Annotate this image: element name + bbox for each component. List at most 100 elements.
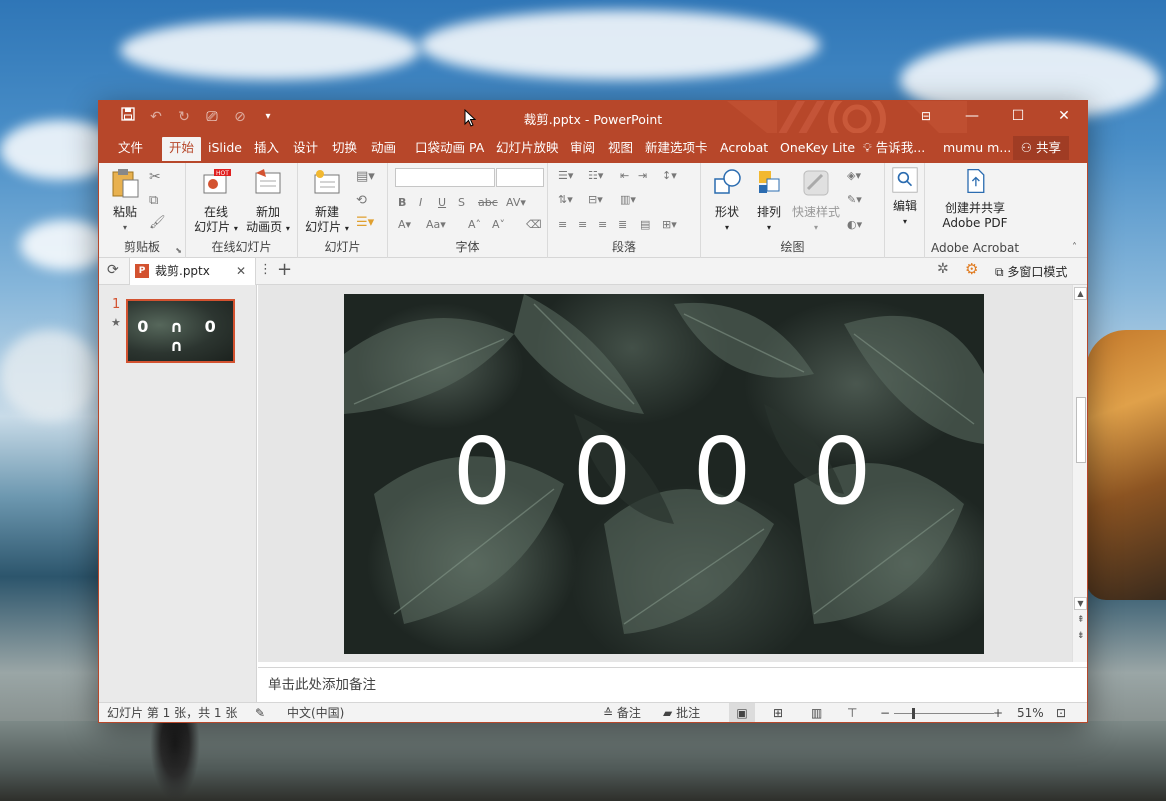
tab-animations[interactable]: 动画 xyxy=(364,137,403,161)
editing-button[interactable]: 编辑 ▾ xyxy=(889,167,921,229)
copy-icon[interactable]: ⧉ xyxy=(149,193,158,208)
arrange-button[interactable]: 排列 ▾ xyxy=(751,167,787,235)
share-button[interactable]: ⚇ 共享 xyxy=(1012,136,1069,160)
tab-pocket-animation[interactable]: 口袋动画 PA xyxy=(408,137,491,161)
new-animation-page-button[interactable]: 新加 动画页 ▾ xyxy=(242,167,294,236)
fit-to-window-icon[interactable]: ⊡ xyxy=(1056,703,1066,722)
increase-indent-icon[interactable]: ⇥ xyxy=(638,169,647,182)
spell-check-icon[interactable]: ✎ xyxy=(255,703,265,722)
language-status[interactable]: 中文(中国) xyxy=(287,703,344,722)
zoom-slider-track[interactable] xyxy=(894,713,994,714)
shape-outline-icon[interactable]: ✎▾ xyxy=(847,193,862,206)
layout-icon[interactable]: ▤▾ xyxy=(356,169,375,184)
notes-pane[interactable]: 单击此处添加备注 xyxy=(258,667,1087,702)
minimize-icon[interactable]: — xyxy=(949,101,995,133)
online-slides-button[interactable]: HOT 在线 幻灯片 ▾ xyxy=(192,167,240,236)
slide-sorter-icon[interactable]: ⊞ xyxy=(773,703,783,722)
normal-view-icon[interactable]: ▣ xyxy=(729,703,755,722)
format-painter-icon[interactable]: 🖌︎ xyxy=(149,215,166,230)
shapes-button[interactable]: 形状 ▾ xyxy=(707,167,747,235)
tab-file[interactable]: 文件 xyxy=(111,137,150,161)
paste-button[interactable]: 粘贴 ▾ xyxy=(107,167,143,235)
tab-user-account[interactable]: mumu m... xyxy=(936,137,1018,161)
document-tab[interactable]: P 裁剪.pptx ✕ xyxy=(129,258,256,285)
tab-acrobat[interactable]: Acrobat xyxy=(713,137,775,161)
change-case-icon[interactable]: Aa▾ xyxy=(426,218,446,231)
digit-2[interactable]: 0 xyxy=(572,422,632,522)
tab-design[interactable]: 设计 xyxy=(286,137,325,161)
zoom-slider-thumb[interactable] xyxy=(912,708,915,719)
quick-styles-button[interactable]: 快速样式 ▾ xyxy=(789,167,843,235)
tell-me[interactable]: 💡︎ 告诉我... xyxy=(856,137,932,161)
align-left-icon[interactable]: ≡ xyxy=(558,218,567,231)
line-spacing-icon[interactable]: ↕▾ xyxy=(662,169,677,182)
font-name-dropdown[interactable] xyxy=(395,168,495,187)
pin-icon[interactable]: ✲ xyxy=(937,261,949,277)
slide-canvas[interactable]: 0 0 0 0 xyxy=(344,294,984,654)
close-icon[interactable]: ✕ xyxy=(1041,101,1087,133)
strikethrough-icon[interactable]: abc xyxy=(478,196,498,209)
digit-4[interactable]: 0 xyxy=(812,422,872,522)
previous-slide-icon[interactable]: ⇞ xyxy=(1077,615,1085,625)
scrollbar-thumb[interactable] xyxy=(1076,397,1086,463)
tab-view[interactable]: 视图 xyxy=(601,137,640,161)
tab-new[interactable]: 新建选项卡 xyxy=(638,137,715,161)
decrease-indent-icon[interactable]: ⇤ xyxy=(620,169,629,182)
distribute-icon[interactable]: ▤ xyxy=(640,218,650,231)
new-slide-button[interactable]: 新建 幻灯片 ▾ xyxy=(302,167,352,236)
create-share-pdf-button[interactable]: 创建并共享 Adobe PDF xyxy=(929,167,1021,231)
slide-thumbnail-1[interactable]: 0 ∩ 0 ∩ xyxy=(126,299,235,363)
vertical-scrollbar[interactable]: ▲ ▼ ⇞ ⇟ xyxy=(1072,285,1087,662)
history-icon[interactable]: ⟳ xyxy=(107,262,119,278)
digit-3[interactable]: 0 xyxy=(692,422,752,522)
align-center-icon[interactable]: ≡ xyxy=(578,218,587,231)
text-direction-icon[interactable]: ⇅▾ xyxy=(558,193,573,206)
underline-icon[interactable]: U xyxy=(438,196,446,209)
tab-slideshow[interactable]: 幻灯片放映 xyxy=(489,137,566,161)
notes-button[interactable]: ≙ 备注 xyxy=(603,703,641,722)
bullets-icon[interactable]: ☰▾ xyxy=(558,169,573,182)
shadow-icon[interactable]: S xyxy=(458,196,465,209)
section-icon[interactable]: ☰▾ xyxy=(356,215,374,230)
new-tab-icon[interactable]: + xyxy=(277,259,292,280)
tab-home[interactable]: 开始 xyxy=(162,137,202,161)
scroll-down-icon[interactable]: ▼ xyxy=(1074,597,1087,610)
increase-font-icon[interactable]: A˄ xyxy=(468,218,481,231)
shape-fill-icon[interactable]: ◈▾ xyxy=(847,169,861,182)
zoom-out-icon[interactable]: − xyxy=(880,703,890,722)
justify-icon[interactable]: ≣ xyxy=(618,218,627,231)
italic-icon[interactable]: I xyxy=(419,196,422,209)
zoom-in-icon[interactable]: + xyxy=(993,703,1003,722)
cut-icon[interactable]: ✂ xyxy=(149,169,161,185)
char-spacing-icon[interactable]: AV▾ xyxy=(506,196,526,209)
dialog-launcher-icon[interactable]: ⬊ xyxy=(175,246,182,255)
smartart-icon[interactable]: ⊞▾ xyxy=(662,218,677,231)
reset-icon[interactable]: ⟲ xyxy=(356,193,367,208)
tab-islide[interactable]: iSlide xyxy=(201,137,249,161)
tab-review[interactable]: 审阅 xyxy=(563,137,602,161)
zoom-level[interactable]: 51% xyxy=(1017,703,1044,722)
bold-icon[interactable]: B xyxy=(398,196,406,209)
numbering-icon[interactable]: ☷▾ xyxy=(588,169,603,182)
collapse-ribbon-icon[interactable]: ˄ xyxy=(1072,242,1077,253)
decrease-font-icon[interactable]: A˅ xyxy=(492,218,505,231)
tab-onekey[interactable]: OneKey Lite xyxy=(773,137,862,161)
shape-effects-icon[interactable]: ◐▾ xyxy=(847,218,862,231)
slideshow-icon[interactable]: ⊤ xyxy=(847,703,857,722)
tab-insert[interactable]: 插入 xyxy=(247,137,286,161)
multi-window-button[interactable]: ⧉ 多窗口模式 xyxy=(995,263,1067,280)
tab-menu-icon[interactable]: ⋮ xyxy=(259,262,272,277)
comments-button[interactable]: ▰ 批注 xyxy=(663,703,700,722)
digit-1[interactable]: 0 xyxy=(452,422,512,522)
align-text-icon[interactable]: ⊟▾ xyxy=(588,193,603,206)
scroll-up-icon[interactable]: ▲ xyxy=(1074,287,1087,300)
columns-icon[interactable]: ▥▾ xyxy=(620,193,636,206)
tab-transitions[interactable]: 切换 xyxy=(325,137,364,161)
font-size-dropdown[interactable] xyxy=(496,168,544,187)
close-tab-icon[interactable]: ✕ xyxy=(236,258,246,284)
maximize-icon[interactable]: ☐ xyxy=(995,101,1041,133)
reading-view-icon[interactable]: ▥ xyxy=(811,703,822,722)
align-right-icon[interactable]: ≡ xyxy=(598,218,607,231)
font-color-icon[interactable]: A▾ xyxy=(398,218,411,231)
next-slide-icon[interactable]: ⇟ xyxy=(1077,631,1085,641)
